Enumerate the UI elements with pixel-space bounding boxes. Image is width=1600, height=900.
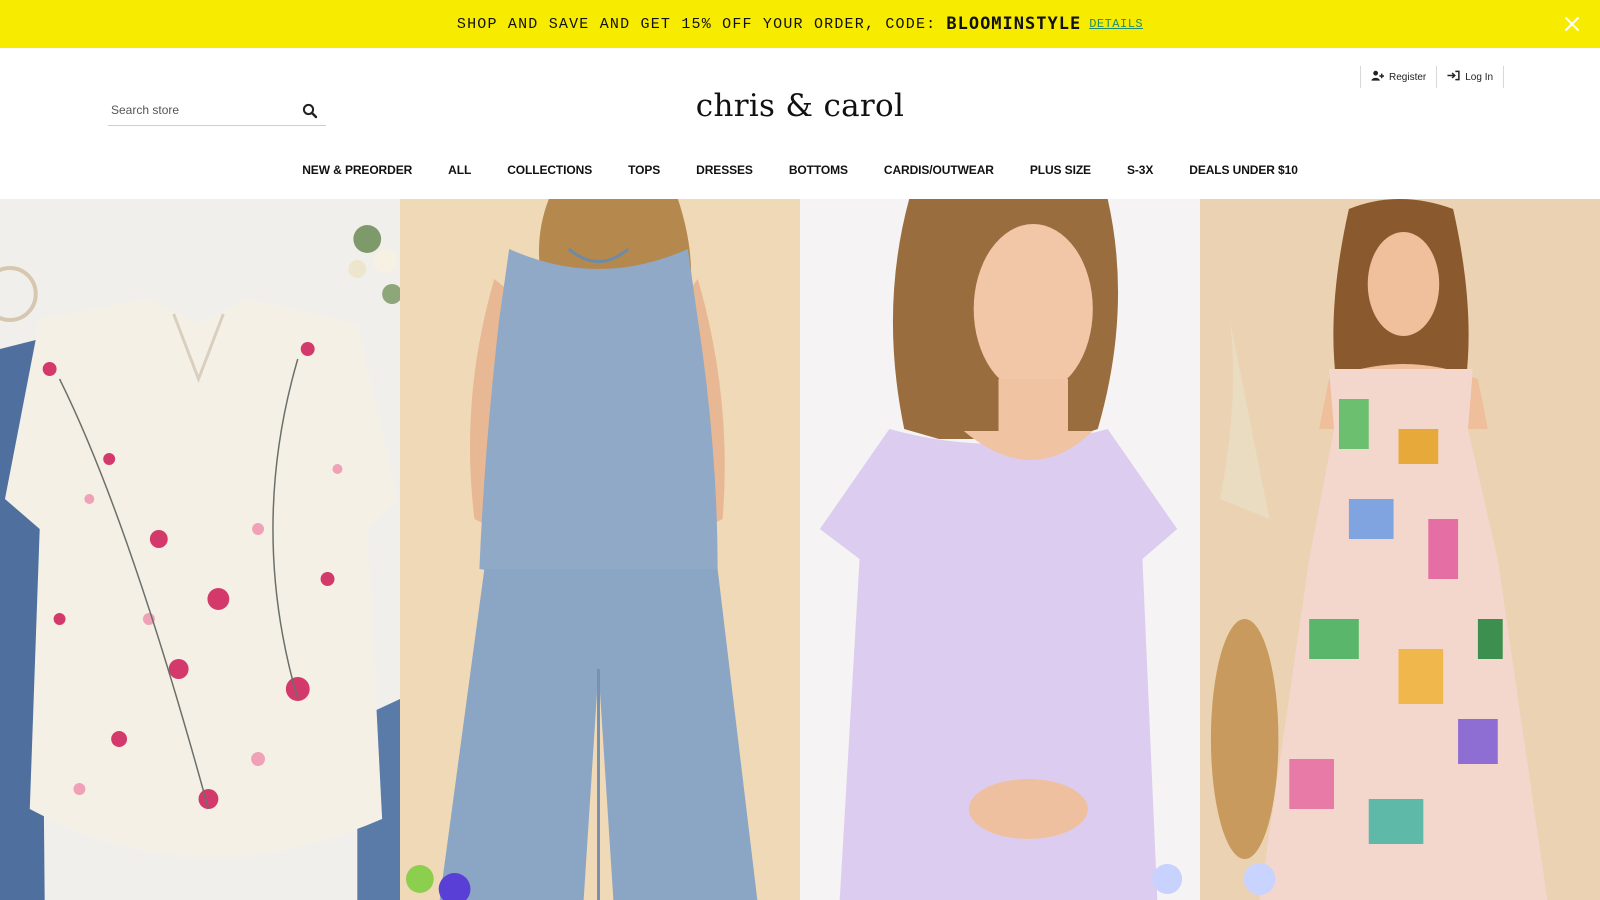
brand-logo[interactable]: chris & carol bbox=[0, 88, 1600, 124]
register-label: Register bbox=[1389, 71, 1427, 83]
account-links: Register Log In bbox=[1360, 66, 1505, 88]
main-nav: NEW & PREORDER ALL COLLECTIONS TOPS DRES… bbox=[0, 163, 1600, 177]
nav-item-dresses[interactable]: DRESSES bbox=[696, 163, 753, 177]
nav-item-new-preorder[interactable]: NEW & PREORDER bbox=[302, 163, 412, 177]
nav-item-deals-under-10[interactable]: DEALS UNDER $10 bbox=[1189, 163, 1298, 177]
promo-banner: SHOP AND SAVE AND GET 15% OFF YOUR ORDER… bbox=[0, 0, 1600, 48]
tropical-print-dress-image[interactable] bbox=[1200, 199, 1600, 900]
promo-details-link[interactable]: DETAILS bbox=[1089, 17, 1143, 31]
nav-item-collections[interactable]: COLLECTIONS bbox=[507, 163, 592, 177]
promo-text: SHOP AND SAVE AND GET 15% OFF YOUR ORDER… bbox=[456, 15, 937, 33]
promo-code: BLOOMINSTYLE bbox=[946, 14, 1082, 34]
sign-in-icon bbox=[1447, 70, 1460, 84]
login-link[interactable]: Log In bbox=[1436, 66, 1503, 88]
nav-item-s-3x[interactable]: S-3X bbox=[1127, 163, 1153, 177]
register-link[interactable]: Register bbox=[1361, 66, 1436, 88]
nav-item-tops[interactable]: TOPS bbox=[628, 163, 660, 177]
close-icon[interactable] bbox=[1562, 14, 1582, 34]
hero-collage bbox=[0, 199, 1600, 900]
nav-item-bottoms[interactable]: BOTTOMS bbox=[789, 163, 848, 177]
user-plus-icon bbox=[1371, 70, 1384, 84]
nav-item-cardis-outwear[interactable]: CARDIS/OUTWEAR bbox=[884, 163, 994, 177]
lavender-tee-dress-image[interactable] bbox=[800, 199, 1200, 900]
floral-blouse-image[interactable] bbox=[0, 199, 400, 900]
nav-item-plus-size[interactable]: PLUS SIZE bbox=[1030, 163, 1091, 177]
login-label: Log In bbox=[1465, 71, 1494, 83]
nav-item-all[interactable]: ALL bbox=[448, 163, 471, 177]
blue-linen-set-image[interactable] bbox=[400, 199, 800, 900]
